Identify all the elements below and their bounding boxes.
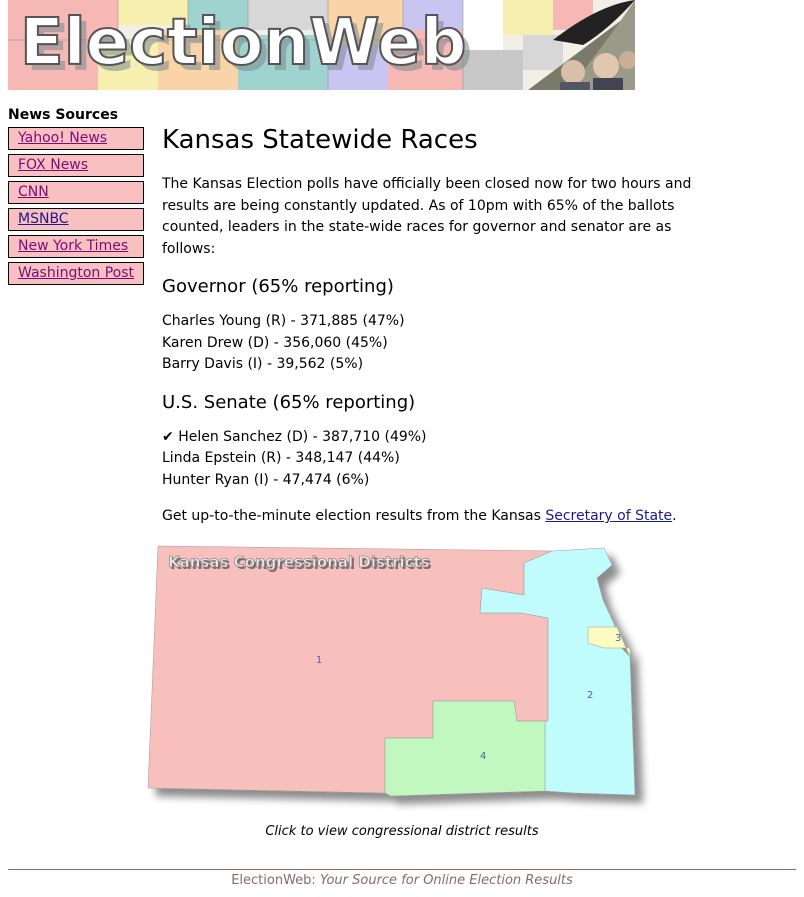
district-label-1: 1 [316,655,322,666]
news-link-msnbc[interactable]: MSNBC [9,209,143,230]
news-sources-list: Yahoo! News FOX News CNN MSNBC New York … [8,127,148,285]
map-caption: Click to view congressional district res… [265,824,539,839]
footer-brand: ElectionWeb: [231,873,320,888]
news-link-fox[interactable]: FOX News [9,155,143,176]
secretary-of-state-link[interactable]: Secretary of State [545,508,672,524]
senate-results: ✔ Helen Sanchez (D) - 387,710 (49%) Lind… [162,427,707,492]
sidebar: News Sources Yahoo! News FOX News CNN MS… [8,106,148,289]
news-source-item[interactable]: Washington Post [8,262,144,285]
intro-paragraph: The Kansas Election polls have officiall… [162,176,692,257]
news-source-item[interactable]: FOX News [8,154,144,177]
governor-results: Charles Young (R) - 371,885 (47%) Karen … [162,311,707,376]
checkmark-icon: ✔ [162,428,174,445]
news-link-cnn[interactable]: CNN [9,182,143,203]
sidebar-heading: News Sources [8,107,119,123]
congressional-district-map[interactable]: 1 2 3 4 Kansas Congressional Districts K… [144,543,662,811]
news-source-item[interactable]: CNN [8,181,144,204]
news-link-nytimes[interactable]: New York Times [9,236,143,257]
link-lead-text: Get up-to-the-minute election results fr… [162,508,546,524]
result-row: Charles Young (R) - 371,885 (47%) [162,313,405,329]
news-link-washington-post[interactable]: Washington Post [9,263,143,284]
map-title: Kansas Congressional Districts [168,553,430,571]
news-source-item[interactable]: Yahoo! News [8,127,144,150]
secretary-of-state-paragraph: Get up-to-the-minute election results fr… [162,506,707,527]
governor-heading: Governor (65% reporting) [162,276,394,297]
result-row: Linda Epstein (R) - 348,147 (44%) [162,450,400,466]
banner-title: ElectionWeb [20,6,467,80]
footer: ElectionWeb: Your Source for Online Elec… [0,871,804,891]
district-label-3: 3 [615,633,621,644]
news-source-item[interactable]: MSNBC [8,208,144,231]
result-row: ✔ Helen Sanchez (D) - 387,710 (49%) [162,427,707,449]
district-map-graphic[interactable]: 1 2 3 4 Kansas Congressional Districts K… [144,543,662,811]
news-link-yahoo[interactable]: Yahoo! News [9,128,143,149]
result-text: Helen Sanchez (D) - 387,710 (49%) [178,428,427,445]
page-title: Kansas Statewide Races [162,125,478,155]
district-label-2: 2 [587,690,593,701]
link-trail-text: . [672,508,677,524]
footer-divider [8,869,796,870]
footer-tagline: Your Source for Online Election Results [319,873,573,888]
site-banner[interactable]: ElectionWeb ElectionWeb [8,0,635,90]
main-content: Kansas Statewide Races The Kansas Electi… [162,120,707,527]
result-row: Karen Drew (D) - 356,060 (45%) [162,334,388,351]
result-row: Barry Davis (I) - 39,562 (5%) [162,356,364,372]
senate-heading: U.S. Senate (65% reporting) [162,391,416,413]
news-source-item[interactable]: New York Times [8,235,144,258]
result-row: Hunter Ryan (I) - 47,474 (6%) [162,471,370,488]
banner-graphic: ElectionWeb ElectionWeb [8,0,635,90]
district-label-4: 4 [480,751,486,762]
